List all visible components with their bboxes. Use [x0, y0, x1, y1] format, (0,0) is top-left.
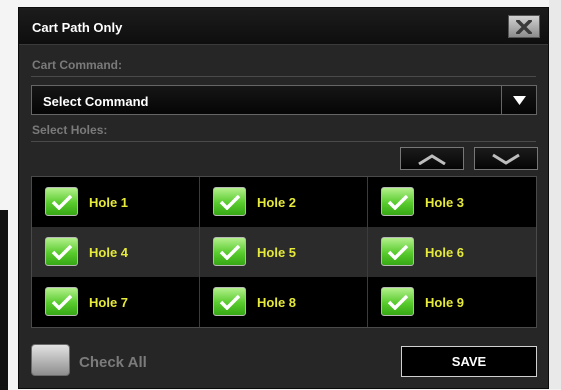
command-select-value: Select Command	[43, 94, 149, 109]
hole-item-8[interactable]: Hole 8	[200, 277, 368, 327]
scroll-down-button[interactable]	[474, 147, 538, 170]
checkmark-icon	[219, 194, 240, 210]
hole-row: Hole 7 Hole 8 Hole 9	[32, 277, 536, 327]
hole-label: Hole 1	[89, 195, 129, 210]
checkmark-icon	[387, 294, 408, 310]
hole-checkbox[interactable]	[213, 237, 246, 266]
background-panel-edge	[0, 210, 8, 390]
check-all-label[interactable]: Check All	[79, 354, 147, 371]
divider	[31, 141, 536, 142]
hole-item-9[interactable]: Hole 9	[368, 277, 536, 327]
checkmark-icon	[51, 194, 72, 210]
close-button[interactable]	[508, 15, 540, 38]
caret-down-icon	[512, 95, 526, 105]
hole-checkbox[interactable]	[213, 187, 246, 216]
dialog-title: Cart Path Only	[32, 20, 123, 35]
hole-label: Hole 5	[257, 245, 297, 260]
hole-item-1[interactable]: Hole 1	[32, 177, 200, 227]
scroll-up-button[interactable]	[400, 147, 464, 170]
hole-item-4[interactable]: Hole 4	[32, 227, 200, 277]
check-all-checkbox[interactable]	[31, 344, 70, 376]
chevron-down-icon	[492, 153, 520, 165]
hole-row: Hole 1 Hole 2 Hole 3	[32, 177, 536, 227]
hole-item-2[interactable]: Hole 2	[200, 177, 368, 227]
hole-item-6[interactable]: Hole 6	[368, 227, 536, 277]
select-holes-label: Select Holes:	[32, 123, 108, 137]
holes-grid: Hole 1 Hole 2 Hole 3 Hole 4 Hole 5 Hole …	[31, 176, 537, 328]
checkmark-icon	[219, 244, 240, 260]
checkmark-icon	[51, 244, 72, 260]
hole-item-7[interactable]: Hole 7	[32, 277, 200, 327]
hole-checkbox[interactable]	[45, 287, 78, 316]
hole-item-5[interactable]: Hole 5	[200, 227, 368, 277]
hole-label: Hole 2	[257, 195, 297, 210]
chevron-up-icon	[418, 153, 446, 165]
hole-checkbox[interactable]	[381, 287, 414, 316]
hole-row: Hole 4 Hole 5 Hole 6	[32, 227, 536, 277]
checkmark-icon	[219, 294, 240, 310]
checkmark-icon	[51, 294, 72, 310]
hole-checkbox[interactable]	[381, 237, 414, 266]
hole-label: Hole 4	[89, 245, 129, 260]
save-button[interactable]: SAVE	[401, 346, 537, 377]
checkmark-icon	[387, 244, 408, 260]
checkmark-icon	[387, 194, 408, 210]
hole-label: Hole 3	[425, 195, 465, 210]
hole-label: Hole 7	[89, 295, 129, 310]
hole-label: Hole 6	[425, 245, 465, 260]
hole-checkbox[interactable]	[45, 237, 78, 266]
hole-label: Hole 8	[257, 295, 297, 310]
cart-path-dialog: Cart Path Only Cart Command: Select Comm…	[18, 7, 549, 389]
dialog-titlebar: Cart Path Only	[19, 8, 548, 45]
hole-item-3[interactable]: Hole 3	[368, 177, 536, 227]
command-dropdown-button[interactable]	[501, 86, 536, 114]
divider	[31, 76, 536, 77]
hole-checkbox[interactable]	[45, 187, 78, 216]
hole-checkbox[interactable]	[213, 287, 246, 316]
command-select[interactable]: Select Command	[31, 85, 537, 115]
hole-label: Hole 9	[425, 295, 465, 310]
close-x-icon	[516, 19, 532, 34]
cart-command-label: Cart Command:	[32, 58, 123, 72]
hole-checkbox[interactable]	[381, 187, 414, 216]
background-area	[549, 0, 561, 389]
